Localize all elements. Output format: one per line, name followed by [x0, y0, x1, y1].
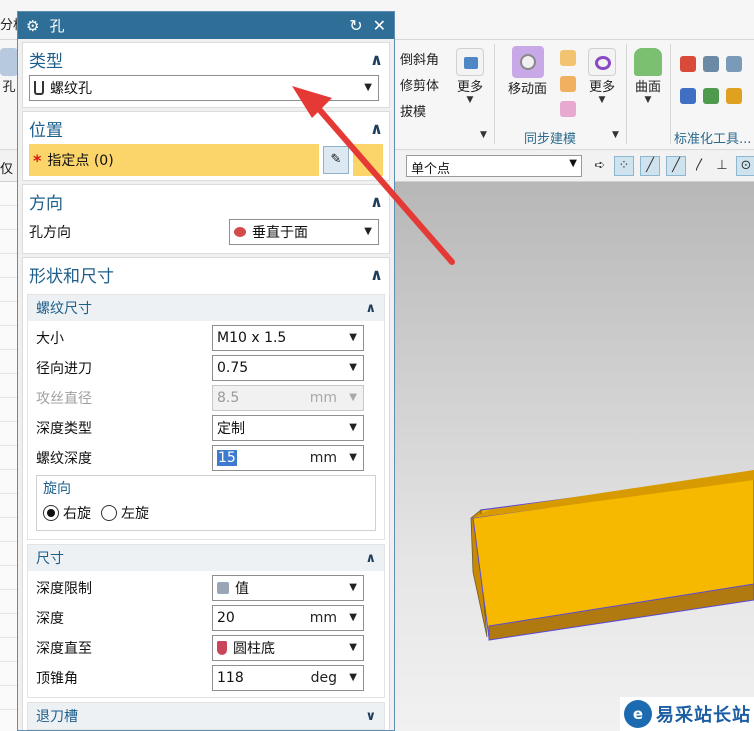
- watermark-logo-icon: e: [624, 700, 652, 728]
- annotation-arrow: [292, 86, 455, 265]
- watermark-text: 易采站长站: [656, 705, 751, 726]
- site-watermark: e 易采站长站: [620, 697, 754, 731]
